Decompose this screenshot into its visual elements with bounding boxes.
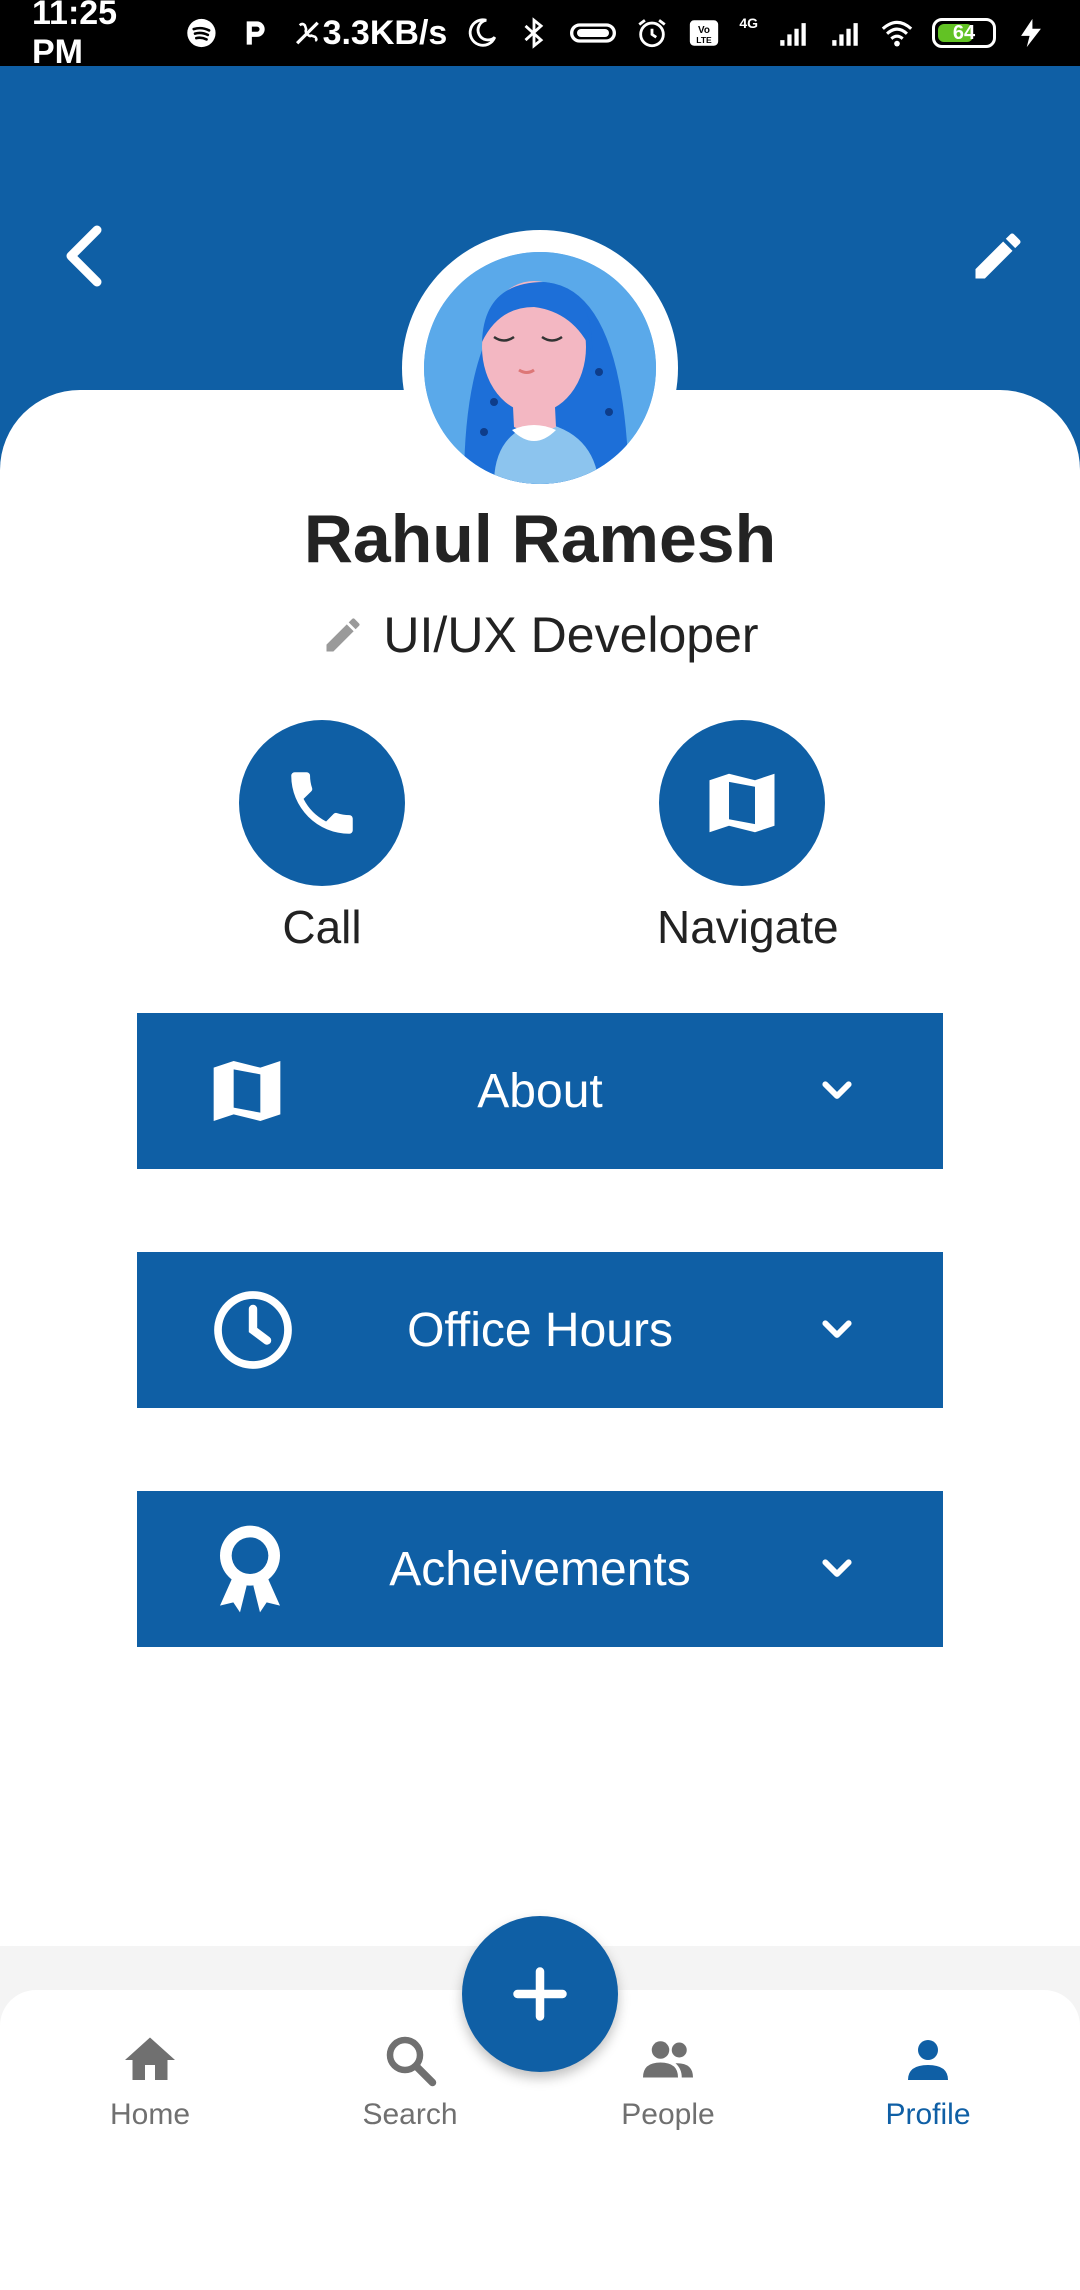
nav-label: People	[621, 2098, 715, 2131]
call-button[interactable]	[239, 720, 405, 886]
nav-label: Home	[109, 2098, 191, 2131]
alarm-icon	[638, 19, 666, 48]
net-speed: 3.3KB/s	[322, 13, 448, 52]
pencil-icon[interactable]	[968, 226, 1028, 286]
signal-icon-2	[832, 23, 858, 46]
plus-icon	[513, 1967, 567, 2021]
navigate-label: Navigate	[657, 901, 839, 953]
charging-icon	[1021, 18, 1041, 48]
volte-icon: VoLTE	[690, 20, 719, 46]
network-type: 4G	[739, 15, 758, 31]
person-icon	[908, 2040, 948, 2080]
profile-role: UI/UX Developer	[383, 607, 759, 663]
svg-text:LTE: LTE	[697, 35, 713, 45]
muted-call-icon	[295, 21, 319, 45]
nav-item-search[interactable]: Search	[320, 2030, 500, 2132]
avatar	[424, 252, 656, 484]
nav-item-home[interactable]: Home	[60, 2030, 240, 2132]
profile-name: Rahul Ramesh	[303, 501, 777, 577]
chevron-down-icon[interactable]	[817, 1310, 857, 1350]
nav-label: Search	[362, 2098, 458, 2131]
nav-label: Profile	[885, 2098, 971, 2131]
battery-level: 64	[952, 21, 976, 44]
phone-icon	[291, 772, 353, 834]
vibrate-pill-icon	[570, 23, 617, 43]
bluetooth-icon	[524, 17, 544, 49]
home-icon	[125, 2037, 175, 2080]
pencil-icon	[326, 618, 360, 652]
status-bar: 11:25 PM 3.3KB/s Vo LTE 4G 64	[0, 0, 1080, 71]
signal-icon	[780, 23, 806, 46]
add-button[interactable]	[462, 1916, 618, 2072]
office-hours-section[interactable]: Office Hours	[137, 1252, 943, 1408]
map-icon	[709, 773, 775, 833]
p-app-icon	[246, 21, 265, 45]
wifi-icon	[881, 20, 913, 47]
navigate-button[interactable]	[659, 720, 825, 886]
status-time: 11:25 PM	[32, 0, 118, 71]
nav-item-people[interactable]: People	[578, 2030, 758, 2132]
chevron-left-icon[interactable]	[58, 224, 108, 288]
search-icon	[386, 2036, 437, 2087]
navigate-action[interactable]: Navigate	[657, 720, 839, 954]
profile-role-row: UI/UX Developer	[0, 606, 1080, 664]
moon-icon	[469, 18, 497, 47]
call-action[interactable]: Call	[237, 720, 407, 954]
nav-item-profile[interactable]: Profile	[838, 2030, 1018, 2132]
people-icon	[643, 2041, 693, 2078]
achievements-section[interactable]: Acheivements	[137, 1491, 943, 1647]
spotify-icon	[187, 18, 216, 48]
chevron-down-icon[interactable]	[817, 1071, 857, 1111]
chevron-down-icon[interactable]	[817, 1549, 857, 1589]
battery-icon: 64	[932, 18, 996, 48]
about-section[interactable]: About	[137, 1013, 943, 1169]
call-label: Call	[282, 901, 362, 953]
